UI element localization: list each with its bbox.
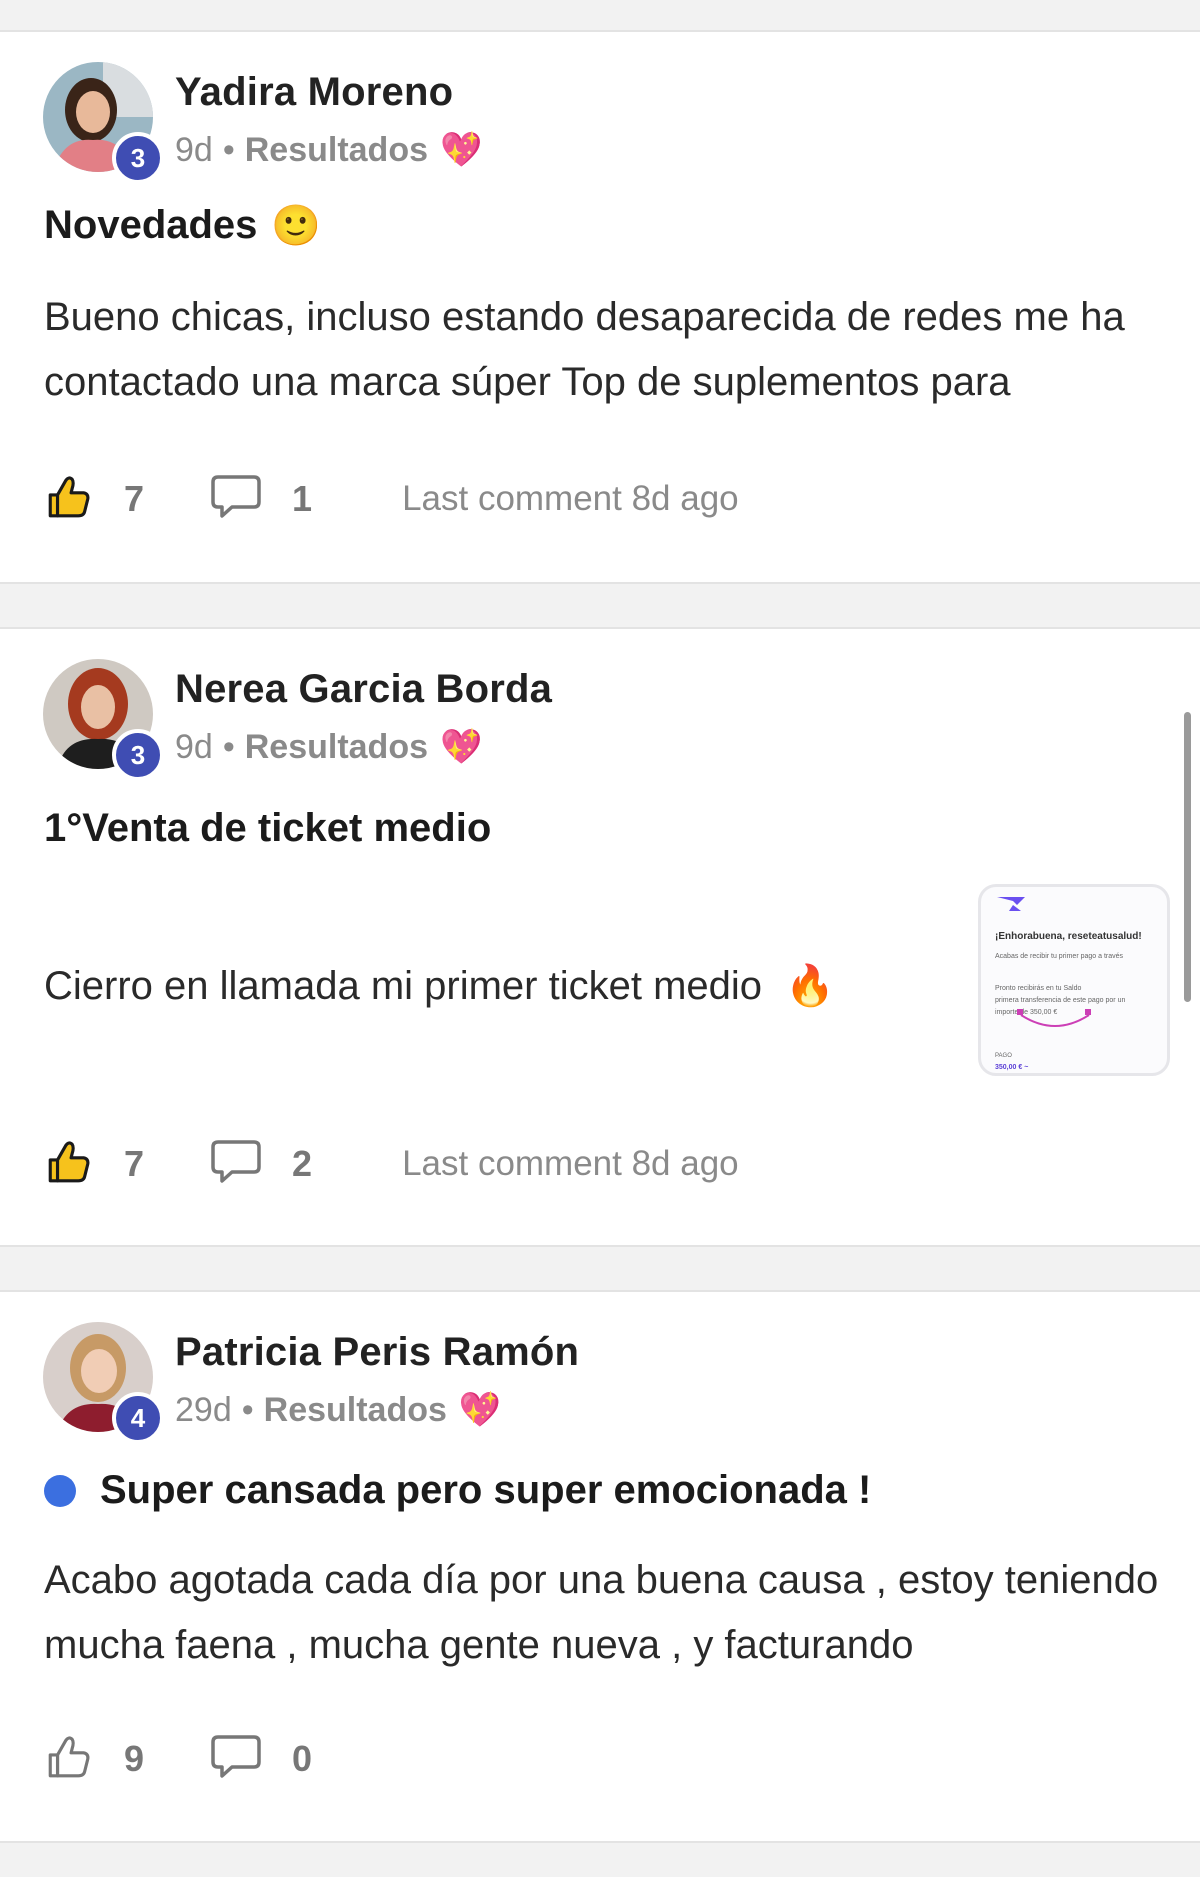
unread-indicator bbox=[44, 1474, 76, 1507]
sparkling-heart-icon: 💖 bbox=[440, 131, 483, 169]
like-count: 7 bbox=[124, 478, 145, 519]
comment-count: 1 bbox=[292, 478, 313, 519]
sparkling-heart-icon: 💖 bbox=[458, 1391, 502, 1429]
attachment-line: Acabas de recibir tu primer pago a travé… bbox=[995, 953, 1124, 960]
sparkling-heart-icon: 💖 bbox=[440, 728, 483, 766]
post-meta: 29d • Resultados 💖 bbox=[175, 1390, 501, 1430]
level-badge: 4 bbox=[112, 1392, 164, 1444]
meta-separator: • bbox=[222, 130, 235, 169]
post-title-text: Super cansada pero super emocionada ! bbox=[100, 1468, 872, 1512]
post-actions: 7 1 Last comment 8d ago bbox=[44, 469, 739, 529]
like-count: 9 bbox=[124, 1738, 145, 1779]
thumbs-up-outline-icon bbox=[44, 1732, 94, 1787]
post-feed: 3 Yadira Moreno 9d • Resultados 💖 Noveda… bbox=[0, 0, 1200, 1877]
post-meta: 9d • Resultados 💖 bbox=[175, 727, 482, 767]
scribble-annotation bbox=[1017, 1009, 1091, 1027]
post-actions: 9 0 bbox=[44, 1729, 312, 1789]
post-title[interactable]: 1°Venta de ticket medio bbox=[44, 806, 491, 851]
post-card[interactable]: 3 Nerea Garcia Borda 9d • Resultados 💖 1… bbox=[0, 627, 1200, 1247]
meta-separator: • bbox=[241, 1390, 254, 1429]
smiley-icon: 🙂 bbox=[271, 204, 322, 248]
like-button[interactable]: 7 bbox=[44, 1137, 144, 1192]
post-meta: 9d • Resultados 💖 bbox=[175, 130, 482, 170]
comment-count: 0 bbox=[292, 1738, 313, 1779]
like-button[interactable]: 7 bbox=[44, 472, 144, 527]
post-age: 9d bbox=[175, 130, 213, 169]
post-excerpt-text: Cierro en llamada mi primer ticket medio bbox=[44, 964, 763, 1008]
post-age: 9d bbox=[175, 727, 213, 766]
meta-separator: • bbox=[222, 727, 235, 766]
speech-bubble-icon bbox=[210, 1734, 262, 1785]
post-card[interactable]: 3 Yadira Moreno 9d • Resultados 💖 Noveda… bbox=[0, 30, 1200, 584]
attachment-amount: 350,00 € ~ bbox=[995, 1064, 1029, 1071]
speech-bubble-icon bbox=[210, 474, 262, 525]
post-excerpt[interactable]: Bueno chicas, incluso estando desapareci… bbox=[44, 285, 1174, 415]
category-link[interactable]: Resultados bbox=[245, 131, 428, 170]
category-link[interactable]: Resultados bbox=[245, 728, 428, 767]
thumbs-up-icon bbox=[44, 1137, 94, 1192]
post-card[interactable]: 4 Patricia Peris Ramón 29d • Resultados … bbox=[0, 1290, 1200, 1843]
brand-logo-icon bbox=[997, 897, 1025, 911]
comment-count: 2 bbox=[292, 1143, 313, 1184]
post-title[interactable]: Super cansada pero super emocionada ! bbox=[44, 1468, 871, 1513]
attachment-label: PAGO bbox=[995, 1053, 1012, 1059]
comment-button[interactable]: 2 bbox=[210, 1139, 312, 1190]
comment-button[interactable]: 1 bbox=[210, 474, 312, 525]
category-link[interactable]: Resultados bbox=[264, 1391, 447, 1430]
author-name[interactable]: Patricia Peris Ramón bbox=[175, 1330, 579, 1375]
level-badge: 3 bbox=[112, 729, 164, 781]
level-badge: 3 bbox=[112, 132, 164, 184]
fire-icon: 🔥 bbox=[785, 964, 835, 1008]
thumbs-up-icon bbox=[44, 472, 94, 527]
post-title-text: 1°Venta de ticket medio bbox=[44, 806, 492, 850]
author-name[interactable]: Nerea Garcia Borda bbox=[175, 667, 552, 712]
author-name[interactable]: Yadira Moreno bbox=[175, 70, 453, 115]
post-excerpt[interactable]: Cierro en llamada mi primer ticket medio… bbox=[44, 954, 944, 1019]
scrollbar[interactable] bbox=[1184, 712, 1191, 1002]
post-age: 29d bbox=[175, 1390, 232, 1429]
post-actions: 7 2 Last comment 8d ago bbox=[44, 1134, 739, 1194]
like-count: 7 bbox=[124, 1143, 145, 1184]
post-title[interactable]: Novedades 🙂 bbox=[44, 202, 321, 249]
comment-button[interactable]: 0 bbox=[210, 1734, 312, 1785]
attachment-heading: ¡Enhorabuena, reseteatusalud! bbox=[995, 931, 1142, 942]
last-comment-time: Last comment 8d ago bbox=[402, 1144, 739, 1183]
speech-bubble-icon bbox=[210, 1139, 262, 1190]
attachment-thumbnail[interactable]: ¡Enhorabuena, reseteatusalud! Acabas de … bbox=[978, 884, 1170, 1076]
last-comment-time: Last comment 8d ago bbox=[402, 479, 739, 518]
attachment-line: Pronto recibirás en tu Saldo bbox=[995, 985, 1082, 992]
post-title-text: Novedades bbox=[44, 203, 258, 247]
like-button[interactable]: 9 bbox=[44, 1732, 144, 1787]
post-excerpt[interactable]: Acabo agotada cada día por una buena cau… bbox=[44, 1548, 1174, 1678]
